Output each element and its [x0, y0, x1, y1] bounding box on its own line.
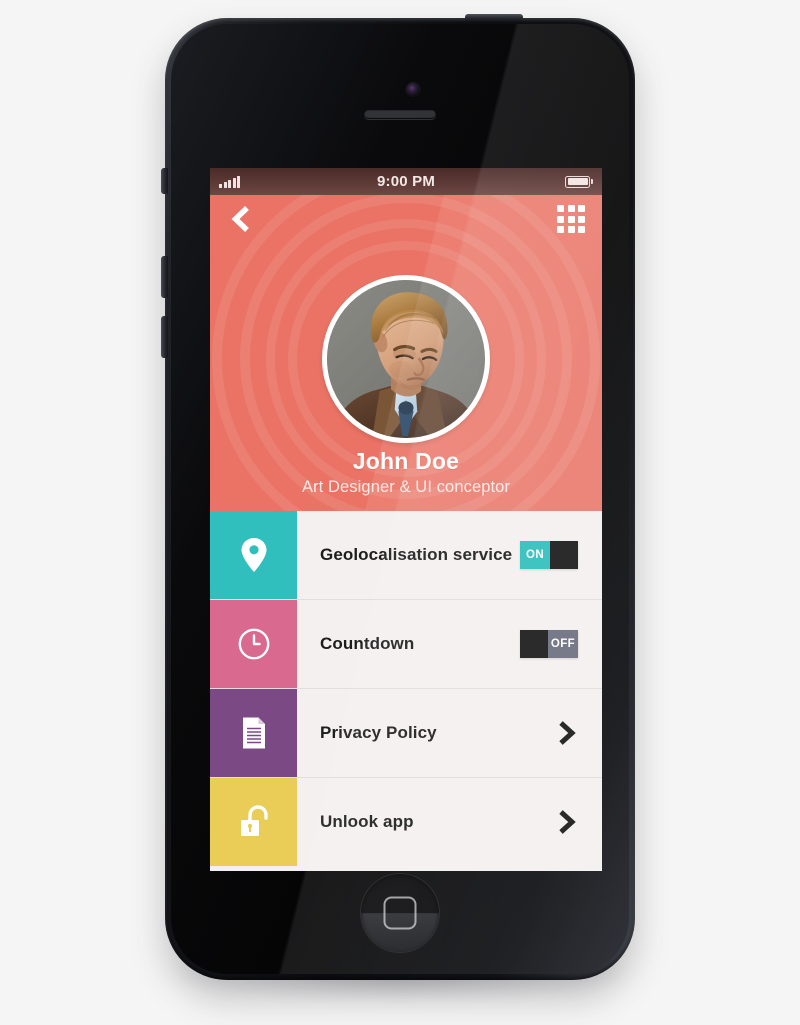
chevron-left-icon: [231, 206, 249, 232]
toggle-countdown[interactable]: OFF: [520, 630, 578, 658]
settings-row-privacy-policy[interactable]: Privacy Policy: [210, 689, 602, 778]
row-icon-tile-countdown: [210, 600, 297, 688]
battery-cap: [591, 179, 593, 184]
status-bar: 9:00 PM: [210, 168, 602, 195]
grid-menu-button[interactable]: [557, 205, 585, 233]
avatar-portrait-image: [327, 280, 485, 438]
grid-menu-dot: [557, 205, 564, 212]
battery-icon: [565, 175, 593, 188]
toggle-state-label: ON: [520, 541, 550, 569]
grid-menu-dot: [567, 205, 575, 212]
profile-name: John Doe: [352, 448, 460, 474]
grid-menu-dot: [567, 215, 575, 223]
chevron-right-button-privacy-policy[interactable]: [556, 721, 578, 745]
earpiece-speaker: [364, 110, 436, 119]
toggle-knob: [520, 630, 548, 658]
earpiece-mesh: [365, 111, 435, 118]
volume-up-button[interactable]: [161, 256, 168, 298]
row-body-unlock-app: Unlook app: [297, 778, 602, 866]
settings-row-unlock-app[interactable]: Unlook app: [210, 778, 602, 866]
settings-row-label: Privacy Policy: [320, 723, 437, 742]
battery-body: [565, 175, 590, 188]
toggle-knob: [550, 541, 578, 569]
toggle-state-label: OFF: [548, 630, 578, 658]
front-camera-icon: [406, 83, 420, 96]
grid-menu-dot: [578, 226, 585, 233]
toggle-geolocalisation[interactable]: ON: [520, 541, 578, 569]
settings-row-countdown[interactable]: Countdown OFF: [210, 600, 602, 689]
settings-row-label: Geolocalisation service: [320, 545, 513, 564]
row-body-geolocalisation: Geolocalisation service ON: [297, 511, 602, 599]
profile-role: Art Designer & UI conceptor: [301, 478, 511, 496]
profile-header: John Doe Art Designer & UI conceptor: [210, 195, 602, 511]
chevron-right-icon: [559, 810, 576, 834]
status-bar-time: 9:00 PM: [376, 173, 436, 190]
row-icon-tile-privacy-policy: [210, 689, 297, 777]
settings-list: Geolocalisation service ON Countdown OFF…: [210, 511, 602, 866]
back-button[interactable]: [227, 204, 253, 234]
mute-switch-button[interactable]: [161, 168, 168, 194]
grid-menu-dot: [557, 215, 564, 223]
phone-device: 9:00 PM John Doe Art Designer & UI conce…: [161, 14, 635, 980]
unlock-padlock-icon: [240, 805, 268, 836]
row-body-privacy-policy: Privacy Policy: [297, 689, 602, 777]
home-square-icon: [383, 896, 417, 930]
home-button[interactable]: [361, 874, 439, 952]
grid-menu-dot: [578, 205, 585, 212]
row-icon-tile-unlock-app: [210, 778, 297, 866]
row-body-countdown: Countdown OFF: [297, 600, 602, 688]
chevron-right-icon: [559, 721, 576, 745]
phone-screen: 9:00 PM John Doe Art Designer & UI conce…: [210, 168, 602, 871]
grid-menu-dot: [567, 226, 575, 233]
settings-row-label: Unlook app: [320, 812, 414, 831]
volume-down-button[interactable]: [161, 316, 168, 358]
nav-bar: [210, 195, 602, 243]
settings-row-geolocalisation[interactable]: Geolocalisation service ON: [210, 511, 602, 600]
grid-menu-dot: [557, 226, 564, 233]
phone-bezel: 9:00 PM John Doe Art Designer & UI conce…: [171, 24, 629, 974]
clock-icon: [238, 628, 269, 660]
chevron-right-button-unlock-app[interactable]: [556, 810, 578, 834]
avatar[interactable]: [322, 275, 490, 443]
document-icon: [242, 717, 265, 749]
row-icon-tile-geolocalisation: [210, 511, 297, 599]
signal-bars-icon: [219, 175, 240, 188]
battery-fill: [567, 178, 588, 185]
settings-row-label: Countdown: [320, 634, 415, 653]
location-pin-icon: [241, 538, 266, 572]
grid-menu-dot: [578, 215, 585, 223]
power-button[interactable]: [465, 14, 523, 21]
